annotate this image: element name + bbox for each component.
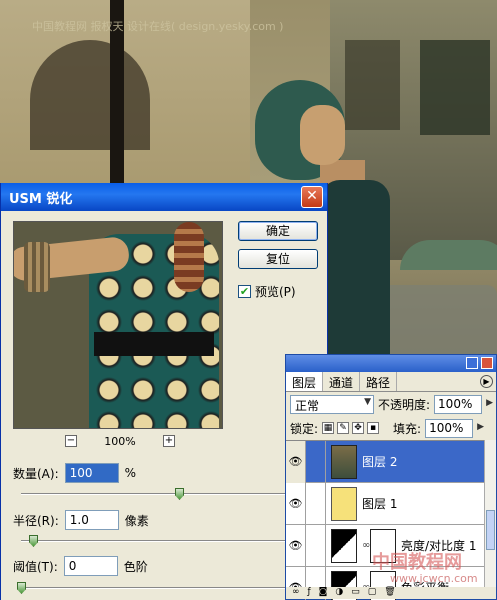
zoom-value: 100%	[104, 434, 136, 448]
amount-label: 数量(A):	[13, 466, 59, 481]
amount-slider-thumb[interactable]	[175, 488, 184, 500]
preview-bangles	[24, 242, 50, 292]
panel-menu-icon[interactable]: ▶	[480, 375, 493, 388]
car	[380, 285, 497, 355]
preview-checkbox-row[interactable]: ✔ 预览(P)	[238, 283, 296, 300]
layer-style-icon[interactable]: ƒ	[308, 587, 311, 599]
radius-row: 半径(R): 像素	[13, 510, 149, 530]
radius-slider-thumb[interactable]	[29, 535, 38, 547]
blend-row: 正常 不透明度: 100%	[286, 392, 496, 416]
add-mask-icon[interactable]: ◙	[319, 587, 328, 599]
new-layer-icon[interactable]: ▢	[368, 587, 377, 599]
chain-link-icon: ∞	[362, 540, 371, 551]
threshold-slider[interactable]	[17, 582, 291, 594]
window	[345, 40, 400, 130]
close-icon[interactable]	[481, 357, 493, 369]
minimize-icon[interactable]	[466, 357, 478, 369]
amount-unit: %	[124, 466, 137, 480]
zoom-out-button[interactable]: −	[65, 435, 77, 447]
tab-channels[interactable]: 通道	[323, 372, 361, 391]
lock-options: ▦ ✎ ✥ ▪	[322, 422, 380, 434]
lock-move-icon[interactable]: ✥	[352, 422, 365, 434]
layer-name: 图层 1	[362, 497, 398, 511]
radius-input[interactable]	[64, 510, 119, 530]
link-column[interactable]	[306, 440, 326, 483]
trash-icon[interactable]: 🗑	[384, 587, 395, 599]
watermark-bottom-url: www.jcwcn.com	[390, 572, 478, 585]
layer-row[interactable]: 👁 图层 2	[286, 440, 486, 483]
layer-row[interactable]: 👁 图层 1	[286, 482, 486, 525]
layer-thumbnail	[331, 444, 357, 479]
threshold-input[interactable]	[63, 556, 118, 576]
eye-icon[interactable]: 👁	[286, 440, 306, 483]
preview-checkbox[interactable]: ✔	[238, 285, 251, 298]
eye-icon[interactable]: 👁	[286, 482, 306, 525]
eye-icon[interactable]: 👁	[286, 524, 306, 567]
dialog-title-bar[interactable]: USM 锐化	[1, 183, 327, 211]
tab-layers[interactable]: 图层	[286, 372, 324, 391]
adjustment-layer-icon[interactable]: ◑	[335, 587, 343, 599]
radius-unit: 像素	[124, 513, 149, 528]
preview-necklace	[174, 222, 204, 292]
watermark-top: 中国教程网 报权天 设计在线( design.yesky.com )	[32, 20, 284, 33]
lock-transparency-icon[interactable]: ▦	[322, 422, 335, 434]
dialog-title: USM 锐化	[9, 191, 73, 207]
lock-all-icon[interactable]: ▪	[367, 422, 380, 434]
layer-name: 图层 2	[362, 455, 398, 469]
amount-row: 数量(A): %	[13, 463, 136, 483]
threshold-unit: 色阶	[123, 559, 148, 574]
layers-scrollbar[interactable]	[484, 440, 496, 590]
preview-checkbox-label: 预览(P)	[255, 285, 296, 299]
lock-label: 锁定:	[290, 421, 319, 436]
umbrella	[400, 240, 497, 270]
amount-input[interactable]	[64, 463, 119, 483]
opacity-input[interactable]: 100%	[434, 394, 493, 414]
new-group-icon[interactable]: ▭	[351, 587, 360, 599]
threshold-label: 阈值(T):	[13, 559, 58, 574]
opacity-label: 不透明度:	[378, 397, 431, 412]
layers-panel-titlebar[interactable]	[286, 355, 496, 372]
zoom-in-button[interactable]: +	[162, 435, 175, 447]
reset-button[interactable]: 复位	[238, 249, 318, 269]
link-column[interactable]	[306, 482, 326, 525]
lock-row: 锁定: ▦ ✎ ✥ ▪ 填充: 100%	[286, 416, 496, 440]
radius-slider[interactable]	[21, 535, 291, 547]
fill-input[interactable]: 100%	[425, 418, 484, 438]
radius-label: 半径(R):	[13, 513, 59, 528]
blend-mode-select[interactable]: 正常	[290, 394, 374, 414]
woman-face	[300, 105, 345, 165]
window	[420, 40, 490, 135]
panel-tabs: 图层 通道 路径 ▶	[286, 372, 496, 392]
lock-brush-icon[interactable]: ✎	[337, 422, 350, 434]
threshold-row: 阈值(T): 色阶	[13, 556, 148, 576]
link-layers-icon[interactable]: ∞	[292, 587, 300, 599]
tab-paths[interactable]: 路径	[360, 372, 398, 391]
zoom-controls: − 100% +	[65, 433, 175, 449]
threshold-slider-thumb[interactable]	[17, 582, 26, 594]
fill-label: 填充:	[393, 421, 422, 436]
adjustment-thumbnail	[331, 528, 357, 563]
layer-thumbnail	[331, 486, 357, 521]
scrollbar-thumb[interactable]	[486, 510, 495, 550]
usm-sharpen-dialog: USM 锐化 ✕ − 100% + 确定 复位 ✔ 预览(P) 数量(A): %…	[0, 183, 328, 600]
preview-image[interactable]	[13, 221, 223, 429]
ok-button[interactable]: 确定	[238, 221, 318, 241]
preview-belt	[94, 332, 214, 356]
amount-slider[interactable]	[21, 488, 291, 500]
watermark-bottom: 中国教程网	[372, 552, 462, 573]
link-column[interactable]	[306, 524, 326, 567]
shop-sign	[0, 115, 200, 155]
layers-panel-footer: ∞ ƒ ◙ ◑ ▭ ▢ 🗑	[286, 587, 496, 599]
close-icon[interactable]: ✕	[301, 186, 323, 208]
